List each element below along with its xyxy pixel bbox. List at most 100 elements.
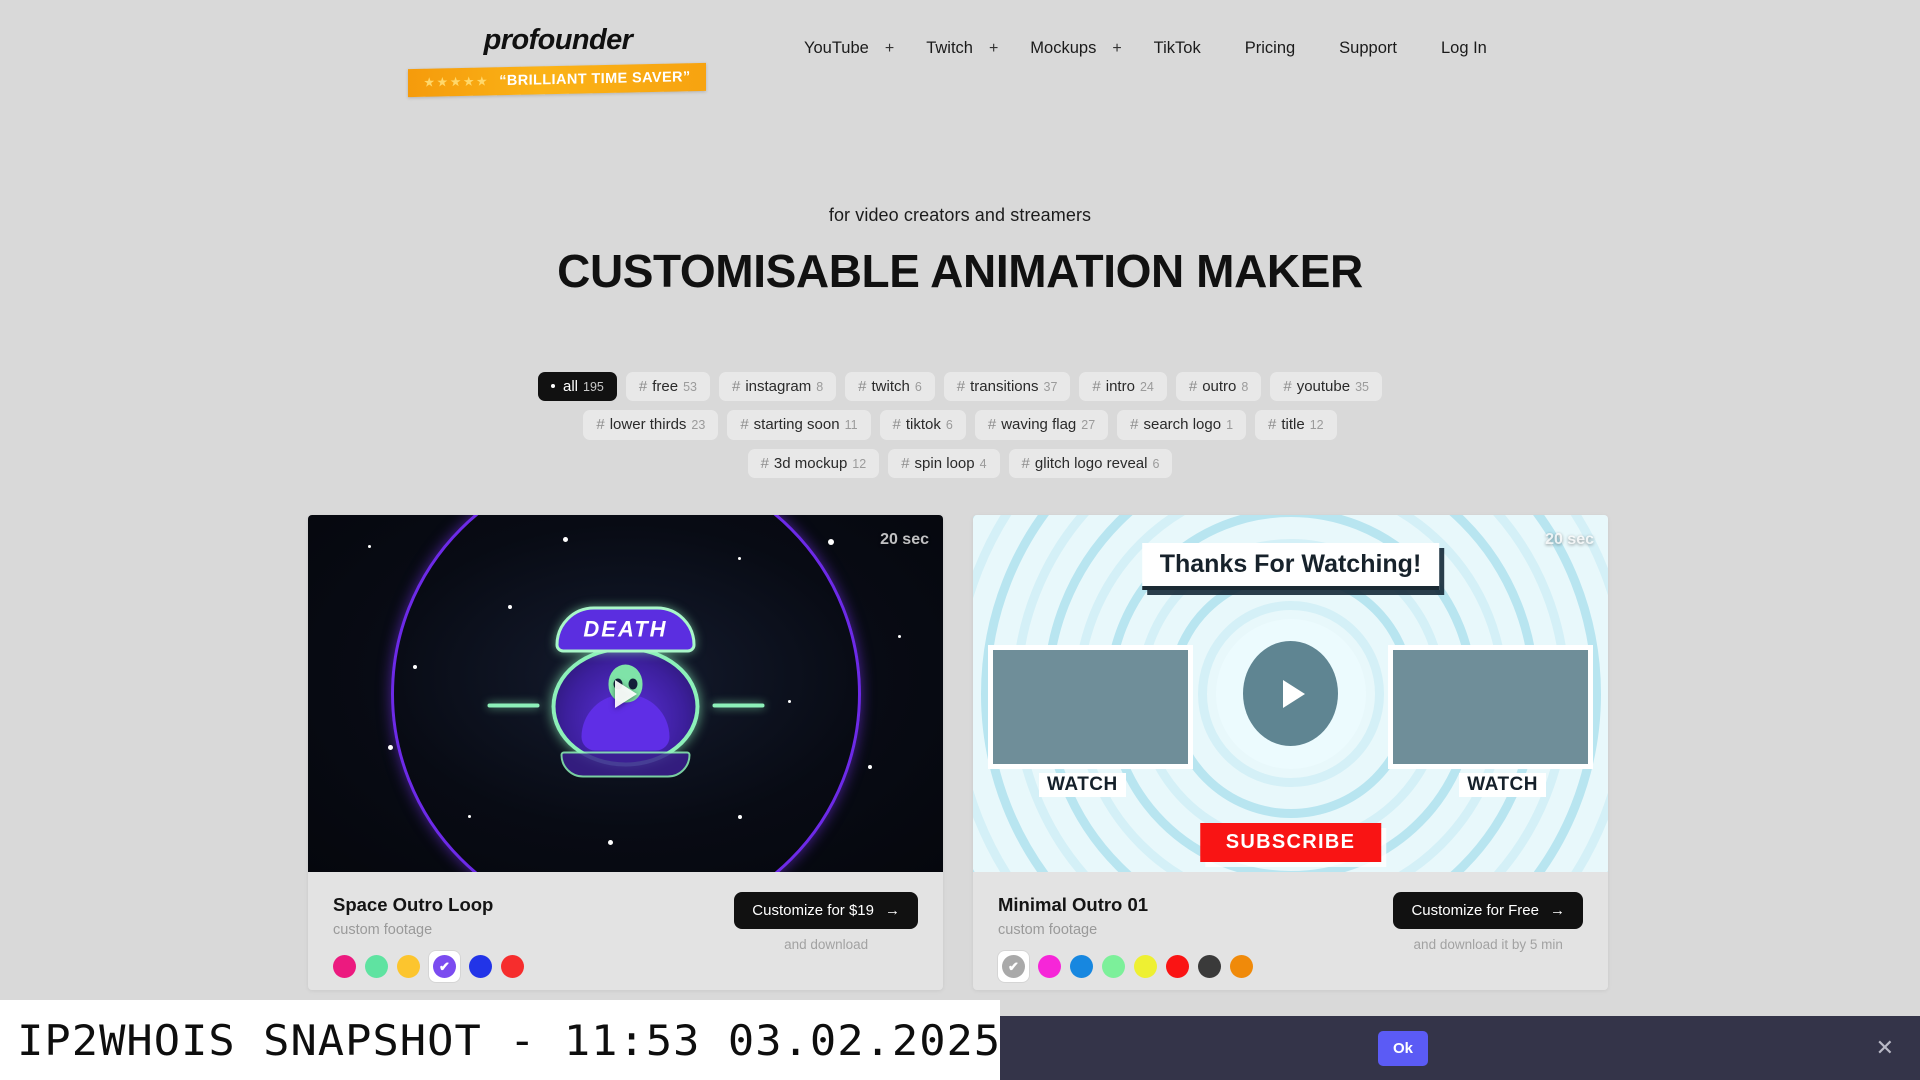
play-button-ring[interactable] (1215, 618, 1366, 769)
star-decoration (828, 539, 834, 545)
template-card[interactable]: DEATH 20 sec Space Outro Loop custom foo… (308, 515, 943, 990)
tag-label: free (652, 378, 679, 395)
subscribe-button[interactable]: SUBSCRIBE (1199, 823, 1382, 862)
tag-label: search logo (1143, 416, 1222, 434)
color-swatch[interactable]: ✔ (1002, 955, 1025, 978)
logo-wordmark: DEATH (555, 606, 696, 652)
hash-icon: # (596, 416, 605, 434)
cookie-ok-button[interactable]: Ok (1378, 1030, 1429, 1066)
duration-badge: 20 sec (1545, 531, 1594, 548)
customize-button-label: Customize for Free (1411, 902, 1539, 919)
color-swatch[interactable] (365, 955, 388, 978)
nav-item-tiktok[interactable]: TikTok (1140, 33, 1215, 64)
hero-kicker: for video creators and streamers (828, 205, 1092, 225)
video-thumbnail[interactable]: WATCH WATCH Thanks For Watching! SUBSCRI… (973, 515, 1608, 872)
nav-item-twitch[interactable]: Twitch (912, 33, 987, 64)
thanks-title-text: Thanks For Watching! (1159, 550, 1422, 578)
tag-filter-youtube[interactable]: # youtube 35 (1270, 372, 1382, 402)
duration-badge: 20 sec (880, 531, 929, 548)
color-swatch[interactable] (1230, 955, 1253, 978)
tag-count: 27 (1081, 418, 1096, 433)
color-swatch[interactable] (397, 955, 420, 978)
tag-filter-all[interactable]: all 195 (538, 372, 617, 402)
watch-thumbnail-left[interactable] (988, 645, 1193, 769)
color-swatch[interactable] (501, 955, 524, 978)
tag-count: 4 (979, 456, 987, 471)
review-badge: ★★★★★ “BRILLIANT TIME SAVER” (408, 62, 706, 98)
nav-item-mockups[interactable]: Mockups (1016, 33, 1110, 64)
tag-label: tiktok (905, 416, 941, 434)
close-icon[interactable]: ✕ (1876, 1035, 1894, 1061)
site-header: profounder ★★★★★ “BRILLIANT TIME SAVER” … (0, 0, 1920, 110)
star-decoration (468, 815, 471, 818)
star-decoration (563, 537, 568, 542)
hash-icon: # (638, 378, 648, 395)
check-icon: ✔ (439, 958, 450, 974)
color-swatch[interactable] (333, 955, 356, 978)
nav-plus-icon-mockups[interactable]: + (1110, 34, 1123, 64)
tag-filter-spin-loop[interactable]: # spin loop 4 (888, 448, 1000, 478)
video-thumbnail[interactable]: DEATH 20 sec (308, 515, 943, 872)
cta-note: and download it by 5 min (1413, 937, 1563, 952)
tag-filter-glitch-logo-reveal[interactable]: # glitch logo reveal 6 (1008, 448, 1173, 478)
tag-label: youtube (1296, 378, 1351, 395)
star-decoration (508, 605, 512, 609)
tag-filter-waving-flag[interactable]: # waving flag 27 (974, 410, 1109, 440)
logo-arm-right (712, 703, 764, 707)
color-swatch[interactable] (469, 955, 492, 978)
tag-filter-starting-soon[interactable]: # starting soon 11 (727, 410, 871, 440)
tag-label: twitch (871, 378, 910, 395)
tag-filter-instagram[interactable]: # instagram 8 (718, 372, 837, 402)
customize-button[interactable]: Customize for $19 → (734, 892, 918, 929)
tag-count: 37 (1043, 380, 1058, 394)
play-icon[interactable] (614, 679, 637, 708)
tag-filter-outro[interactable]: # outro 8 (1175, 372, 1262, 402)
tag-count: 8 (816, 380, 824, 394)
hero-section: for video creators and streamers CUSTOMI… (0, 205, 1920, 298)
hash-icon: # (1092, 378, 1101, 395)
tag-filter-list: all 195 # free 53 # instagram 8 # twitch 6 # transit… (525, 372, 1395, 478)
color-swatch[interactable]: ✔ (433, 955, 456, 978)
card-meta: Minimal Outro 01 custom footage Customiz… (973, 872, 1608, 990)
star-decoration (738, 815, 742, 819)
color-swatch[interactable] (1166, 955, 1189, 978)
tag-filter-transitions[interactable]: # transitions 37 (943, 372, 1071, 402)
color-swatch-selected[interactable]: ✔ (429, 951, 460, 982)
nav-item-pricing[interactable]: Pricing (1231, 33, 1309, 64)
nav-plus-icon-youtube[interactable]: + (883, 34, 896, 64)
tag-count: 12 (1309, 418, 1324, 433)
watch-label-left: WATCH (1039, 773, 1126, 797)
color-swatch[interactable] (1070, 955, 1093, 978)
thanks-title-card: Thanks For Watching! (1141, 543, 1440, 590)
tag-filter-search-logo[interactable]: # search logo 1 (1117, 410, 1247, 440)
play-button[interactable] (1243, 641, 1338, 746)
tag-filter-intro[interactable]: # intro 24 (1079, 372, 1167, 402)
snapshot-watermark: IP2WHOIS SNAPSHOT - 11:53 03.02.2025 (0, 1000, 1000, 1080)
nav-plus-icon-twitch[interactable]: + (987, 34, 1000, 64)
star-decoration (388, 745, 393, 750)
color-swatch[interactable] (1102, 955, 1125, 978)
color-swatch-selected[interactable]: ✔ (998, 951, 1029, 982)
tag-filter-lower-thirds[interactable]: # lower thirds 23 (583, 410, 719, 440)
page-title: CUSTOMISABLE ANIMATION MAKER (557, 245, 1363, 297)
tag-filter-twitch[interactable]: # twitch 6 (845, 372, 935, 402)
brand-logo[interactable]: profounder (408, 24, 708, 57)
color-swatch[interactable] (1198, 955, 1221, 978)
card-cta-block: Customize for $19 → and download (734, 892, 918, 952)
tag-filter-free[interactable]: # free 53 (625, 372, 710, 402)
tag-filter-3d-mockup[interactable]: #3d mockup 12 (747, 448, 880, 478)
template-card[interactable]: WATCH WATCH Thanks For Watching! SUBSCRI… (973, 515, 1608, 990)
customize-button[interactable]: Customize for Free → (1393, 892, 1583, 929)
color-swatch[interactable] (1134, 955, 1157, 978)
tag-count: 8 (1241, 380, 1249, 394)
nav-item-support[interactable]: Support (1325, 33, 1411, 64)
hash-icon: # (1188, 378, 1198, 395)
nav-item-youtube[interactable]: YouTube (790, 33, 883, 64)
watch-thumbnail-right[interactable] (1388, 645, 1593, 769)
tag-filter-title[interactable]: # title 12 (1255, 410, 1337, 440)
tag-count: 53 (683, 380, 697, 394)
nav-item-login[interactable]: Log In (1427, 33, 1501, 64)
brand-block[interactable]: profounder ★★★★★ “BRILLIANT TIME SAVER” (408, 24, 708, 98)
color-swatch[interactable] (1038, 955, 1061, 978)
tag-filter-tiktok[interactable]: # tiktok 6 (879, 410, 966, 440)
